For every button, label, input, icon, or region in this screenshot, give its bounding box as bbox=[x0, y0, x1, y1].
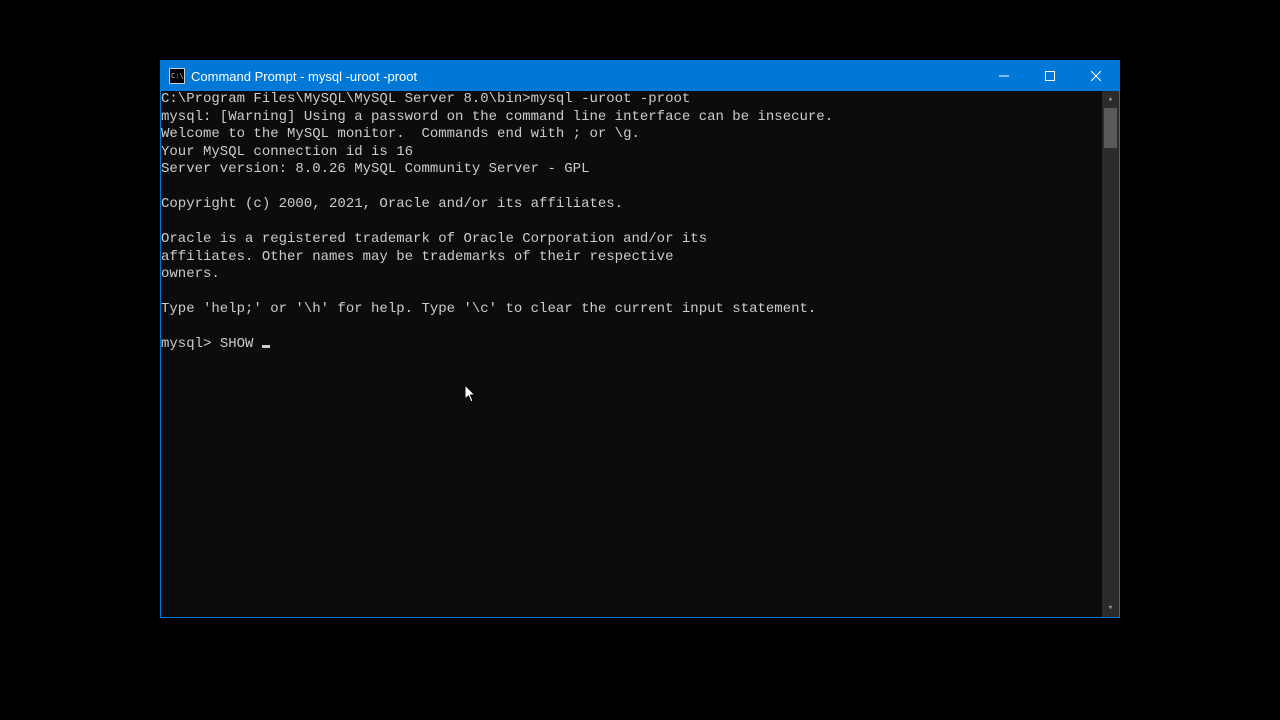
terminal-line: Welcome to the MySQL monitor. Commands e… bbox=[161, 126, 1102, 144]
maximize-icon bbox=[1045, 71, 1055, 81]
current-input: SHOW bbox=[220, 336, 262, 352]
terminal-line bbox=[161, 284, 1102, 302]
terminal-line bbox=[161, 214, 1102, 232]
close-button[interactable] bbox=[1073, 61, 1119, 91]
scroll-up-arrow-icon[interactable]: ▴ bbox=[1102, 91, 1119, 108]
terminal-output[interactable]: C:\Program Files\MySQL\MySQL Server 8.0\… bbox=[161, 91, 1102, 617]
terminal-line: Type 'help;' or '\h' for help. Type '\c'… bbox=[161, 301, 1102, 319]
terminal-line bbox=[161, 179, 1102, 197]
terminal-line: owners. bbox=[161, 266, 1102, 284]
scroll-track[interactable] bbox=[1102, 108, 1119, 600]
cmd-icon: C:\ bbox=[169, 68, 185, 84]
text-cursor bbox=[262, 345, 270, 348]
close-icon bbox=[1091, 71, 1101, 81]
maximize-button[interactable] bbox=[1027, 61, 1073, 91]
scroll-thumb[interactable] bbox=[1104, 108, 1117, 148]
terminal-prompt-line[interactable]: mysql> SHOW bbox=[161, 336, 1102, 354]
scroll-down-arrow-icon[interactable]: ▾ bbox=[1102, 600, 1119, 617]
terminal-line: C:\Program Files\MySQL\MySQL Server 8.0\… bbox=[161, 91, 1102, 109]
minimize-icon bbox=[999, 71, 1009, 81]
vertical-scrollbar[interactable]: ▴ ▾ bbox=[1102, 91, 1119, 617]
titlebar[interactable]: C:\ Command Prompt - mysql -uroot -proot bbox=[161, 61, 1119, 91]
terminal-line: Your MySQL connection id is 16 bbox=[161, 144, 1102, 162]
terminal-line: Copyright (c) 2000, 2021, Oracle and/or … bbox=[161, 196, 1102, 214]
prompt-text: mysql> bbox=[161, 336, 220, 352]
window-title: Command Prompt - mysql -uroot -proot bbox=[191, 69, 981, 84]
terminal-line: affiliates. Other names may be trademark… bbox=[161, 249, 1102, 267]
minimize-button[interactable] bbox=[981, 61, 1027, 91]
terminal-line: Server version: 8.0.26 MySQL Community S… bbox=[161, 161, 1102, 179]
terminal-line: mysql: [Warning] Using a password on the… bbox=[161, 109, 1102, 127]
terminal-line bbox=[161, 319, 1102, 337]
terminal-line: Oracle is a registered trademark of Orac… bbox=[161, 231, 1102, 249]
